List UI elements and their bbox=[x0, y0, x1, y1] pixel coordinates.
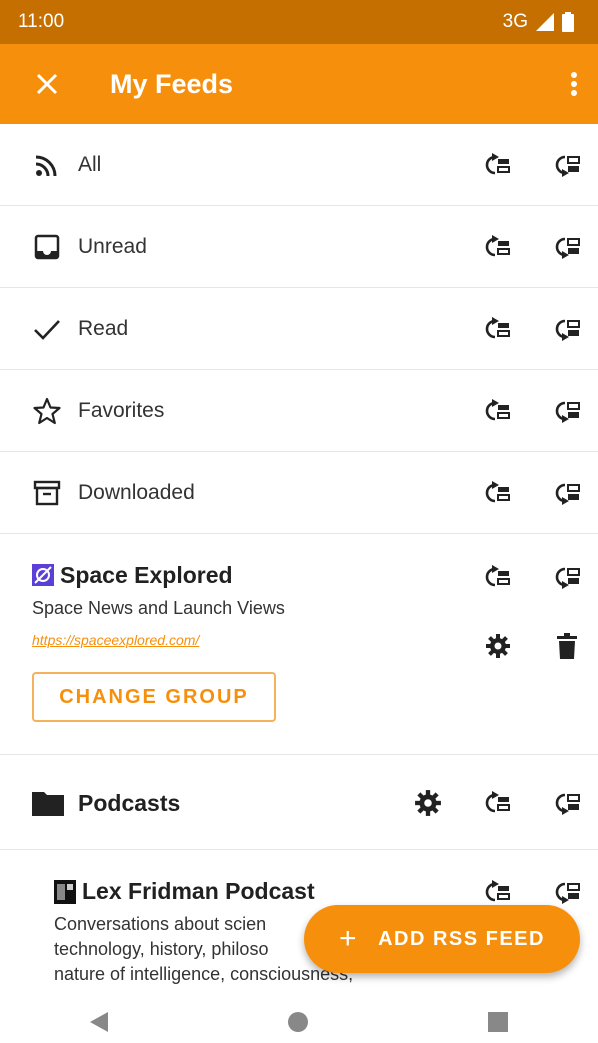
refresh-icon[interactable] bbox=[483, 479, 511, 507]
feed-item-downloaded[interactable]: Downloaded bbox=[0, 452, 598, 534]
back-icon[interactable] bbox=[89, 1011, 108, 1032]
feed-description-line: technology, history, philoso bbox=[54, 939, 269, 959]
refresh-icon[interactable] bbox=[483, 315, 511, 343]
signal-icon bbox=[536, 13, 554, 31]
close-icon[interactable] bbox=[36, 73, 58, 95]
refresh-icon[interactable] bbox=[483, 878, 511, 906]
gear-icon[interactable] bbox=[485, 633, 511, 659]
feed-item-label: Unread bbox=[78, 234, 147, 258]
refresh-icon[interactable] bbox=[483, 563, 511, 591]
delete-icon[interactable] bbox=[557, 633, 577, 659]
feed-title: Space Explored bbox=[60, 562, 233, 588]
battery-icon bbox=[562, 12, 574, 32]
feed-item-label: Favorites bbox=[78, 398, 165, 422]
app-bar: My Feeds bbox=[0, 44, 598, 124]
rss-icon bbox=[35, 155, 57, 176]
mark-read-icon[interactable] bbox=[553, 878, 581, 906]
refresh-icon[interactable] bbox=[483, 789, 511, 817]
feed-description-line: nature of intelligence, consciousness, bbox=[54, 964, 354, 984]
system-nav-bar bbox=[0, 1000, 598, 1043]
feed-item-label: All bbox=[78, 152, 102, 176]
feed-title: Lex Fridman Podcast bbox=[82, 878, 315, 904]
mark-read-icon[interactable] bbox=[553, 479, 581, 507]
feed-description-line: Conversations about scien bbox=[54, 914, 267, 934]
add-rss-feed-button[interactable]: + ADD RSS FEED bbox=[304, 905, 580, 973]
group-label: Podcasts bbox=[78, 790, 181, 816]
divider bbox=[0, 849, 598, 850]
refresh-icon[interactable] bbox=[483, 397, 511, 425]
folder-icon bbox=[32, 792, 64, 816]
feed-item-all[interactable]: All bbox=[0, 124, 598, 206]
divider bbox=[0, 754, 598, 755]
refresh-icon[interactable] bbox=[483, 233, 511, 261]
feed-description: Space News and Launch Views bbox=[32, 598, 285, 618]
mark-read-icon[interactable] bbox=[553, 789, 581, 817]
network-type: 3G bbox=[502, 11, 528, 32]
home-icon[interactable] bbox=[287, 1011, 309, 1033]
feed-item-unread[interactable]: Unread bbox=[0, 206, 598, 288]
check-icon bbox=[34, 319, 60, 340]
refresh-icon[interactable] bbox=[483, 151, 511, 179]
feed-item-label: Read bbox=[78, 316, 129, 340]
mark-read-icon[interactable] bbox=[553, 233, 581, 261]
more-vert-icon[interactable] bbox=[570, 71, 578, 97]
status-bar: 11:00 3G bbox=[0, 0, 598, 44]
star-icon bbox=[33, 397, 61, 424]
feed-item-label: Downloaded bbox=[78, 480, 195, 504]
mark-read-icon[interactable] bbox=[553, 563, 581, 591]
page-title: My Feeds bbox=[110, 68, 234, 99]
feed-link[interactable]: https://spaceexplored.com/ bbox=[32, 632, 199, 648]
mark-read-icon[interactable] bbox=[553, 315, 581, 343]
gear-icon[interactable] bbox=[414, 789, 442, 817]
status-icons: 3G bbox=[503, 11, 574, 33]
recents-icon[interactable] bbox=[488, 1011, 509, 1032]
plus-icon: + bbox=[339, 922, 359, 955]
feed-logo-icon bbox=[32, 564, 54, 586]
inbox-icon bbox=[34, 234, 60, 259]
feed-item-read[interactable]: Read bbox=[0, 288, 598, 370]
status-time: 11:00 bbox=[18, 11, 65, 32]
feed-item-favorites[interactable]: Favorites bbox=[0, 370, 598, 452]
mark-read-icon[interactable] bbox=[553, 397, 581, 425]
mark-read-icon[interactable] bbox=[553, 151, 581, 179]
change-group-button[interactable]: CHANGE GROUP bbox=[32, 672, 276, 722]
fab-label: ADD RSS FEED bbox=[378, 927, 545, 950]
podcast-logo-icon bbox=[54, 880, 76, 904]
archive-icon bbox=[33, 480, 61, 505]
